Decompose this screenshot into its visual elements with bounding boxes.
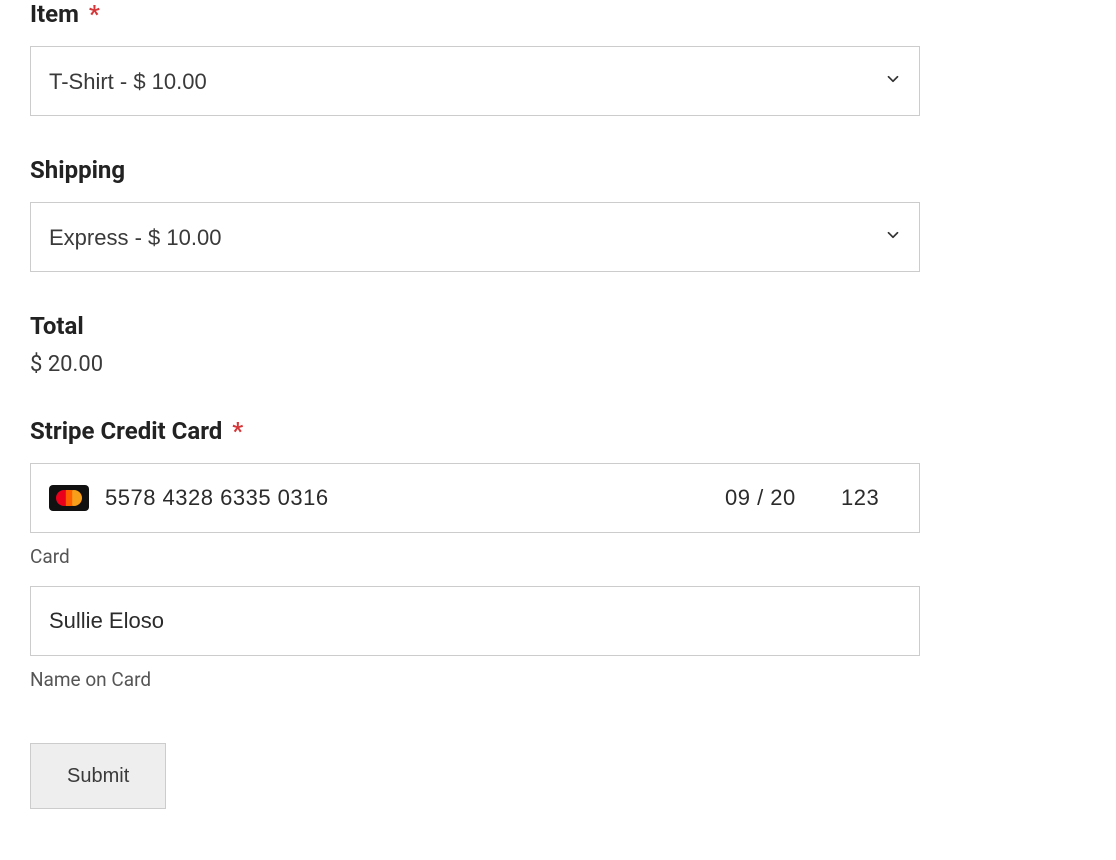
- item-label-text: Item: [30, 0, 79, 28]
- total-field: Total $ 20.00: [30, 312, 920, 377]
- name-on-card-input[interactable]: [30, 586, 920, 656]
- item-select-wrap: T-Shirt - $ 10.00: [30, 46, 920, 116]
- card-sublabel: Card: [30, 545, 920, 568]
- required-indicator: *: [89, 0, 100, 28]
- shipping-label: Shipping: [30, 156, 920, 184]
- shipping-field: Shipping Express - $ 10.00: [30, 156, 920, 272]
- stripe-label: Stripe Credit Card *: [30, 417, 920, 445]
- item-field: Item * T-Shirt - $ 10.00: [30, 0, 920, 116]
- item-label: Item *: [30, 0, 920, 28]
- card-input-row[interactable]: [30, 463, 920, 533]
- name-on-card-sublabel: Name on Card: [30, 668, 920, 691]
- item-select[interactable]: T-Shirt - $ 10.00: [30, 46, 920, 116]
- submit-button[interactable]: Submit: [30, 743, 166, 809]
- card-cvc-input[interactable]: [841, 485, 901, 511]
- shipping-select[interactable]: Express - $ 10.00: [30, 202, 920, 272]
- shipping-select-wrap: Express - $ 10.00: [30, 202, 920, 272]
- stripe-label-text: Stripe Credit Card: [30, 417, 222, 445]
- total-label: Total: [30, 312, 920, 340]
- stripe-field: Stripe Credit Card * Card Name on Card: [30, 417, 920, 691]
- total-value: $ 20.00: [30, 352, 920, 377]
- mastercard-icon: [49, 485, 89, 511]
- card-number-input[interactable]: [105, 485, 709, 511]
- required-indicator: *: [232, 417, 243, 445]
- card-expiry-input[interactable]: [725, 485, 825, 511]
- checkout-form: Item * T-Shirt - $ 10.00 Shipping Expres…: [30, 0, 920, 809]
